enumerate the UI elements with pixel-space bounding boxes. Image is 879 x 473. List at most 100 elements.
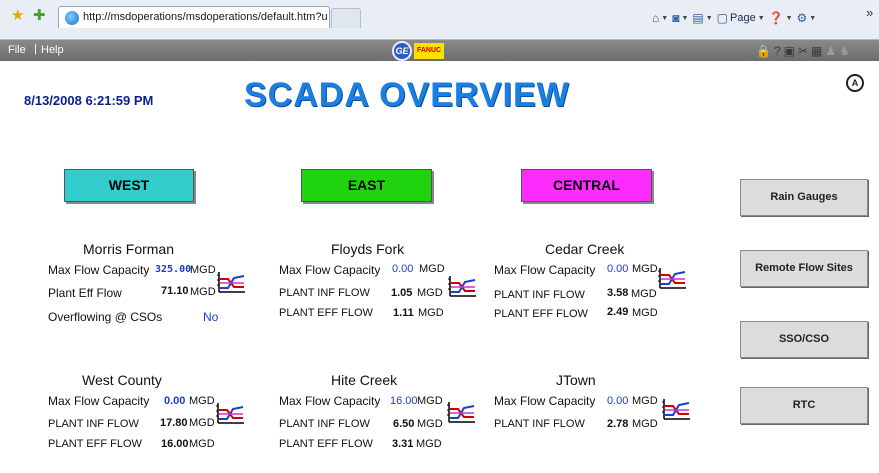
trend-chart-icon[interactable] <box>657 266 687 292</box>
rain-gauges-button[interactable]: Rain Gauges <box>740 179 868 216</box>
menu-file[interactable]: File <box>8 44 26 56</box>
help-menu-button[interactable]: ❓ ▼ <box>769 11 793 25</box>
trend-chart-icon[interactable] <box>447 274 477 300</box>
more-commands-chevron[interactable]: » <box>866 5 873 20</box>
trend-chart-icon[interactable] <box>446 400 476 426</box>
timestamp: 8/13/2008 6:21:59 PM <box>24 93 154 108</box>
plant-inf-flow-value: 1.05 <box>391 287 413 299</box>
plant-eff-flow-label: PLANT EFF FLOW <box>48 438 142 450</box>
max-flow-capacity-label: Max Flow Capacity <box>494 263 596 277</box>
unit-label: MGD <box>418 307 444 319</box>
max-flow-capacity-value: 325.00 <box>155 264 192 275</box>
home-icon: ⌂ <box>652 11 660 25</box>
print-button[interactable]: ▤ ▼ <box>692 11 712 25</box>
user-icon[interactable]: ♟ <box>825 44 836 58</box>
new-tab-button[interactable] <box>331 8 361 28</box>
plant-inf-flow-label: PLANT INF FLOW <box>494 289 585 301</box>
plant-eff-flow-value: 71.10 <box>161 285 189 297</box>
unit-label: MGD <box>189 417 215 429</box>
print-icon: ▤ <box>692 11 704 25</box>
trend-chart-icon[interactable] <box>216 270 246 296</box>
plant-inf-flow-label: PLANT INF FLOW <box>494 418 585 430</box>
station-name-west-county: West County <box>82 372 162 388</box>
unit-label: MGD <box>190 286 216 298</box>
page-icon: ▢ <box>716 11 728 25</box>
max-flow-capacity-value: 0.00 <box>164 395 186 407</box>
unit-label: MGD <box>190 264 216 276</box>
page-menu-button[interactable]: ▢ Page ▼ <box>717 11 765 25</box>
max-flow-capacity-value: 16.00 <box>390 395 418 407</box>
remote-flow-sites-button[interactable]: Remote Flow Sites <box>740 250 868 287</box>
plant-inf-flow-label: PLANT INF FLOW <box>48 418 139 430</box>
plant-inf-flow-label: PLANT INF FLOW <box>279 418 370 430</box>
tools-icon[interactable]: ✂ <box>798 44 808 58</box>
station-name-jtown: JTown <box>556 372 596 388</box>
favorites-star-icon[interactable]: ★ <box>11 8 24 24</box>
plant-inf-flow-label: PLANT INF FLOW <box>279 287 370 299</box>
fanuc-logo: FANUC <box>414 43 444 59</box>
trend-chart-icon[interactable] <box>215 401 245 427</box>
station-name-hite-creek: Hite Creek <box>331 372 398 388</box>
plant-inf-flow-value: 3.58 <box>607 287 629 299</box>
browser-tab-title: http://msdoperations/msdoperations/defau… <box>83 11 327 23</box>
tools-icon: ⚙ <box>796 11 808 25</box>
unit-label: MGD <box>631 288 657 300</box>
unit-label: MGD <box>189 438 215 450</box>
trend-chart-icon[interactable] <box>661 397 691 423</box>
plant-eff-flow-label: PLANT EFF FLOW <box>279 307 373 319</box>
home-button[interactable]: ⌂ ▼ <box>652 11 668 25</box>
lock-icon[interactable]: 🔒 <box>756 44 771 58</box>
plant-eff-flow-value: 2.49 <box>607 306 629 318</box>
unit-label: MGD <box>189 395 215 407</box>
sso-cso-button[interactable]: SSO/CSO <box>740 321 868 358</box>
unit-label: MGD <box>417 287 443 299</box>
max-flow-capacity-value: 0.00 <box>607 263 629 275</box>
feeds-button[interactable]: ◙ ▼ <box>672 11 688 25</box>
browser-toolbar: ★ ✚ http://msdoperations/msdoperations/d… <box>0 0 879 40</box>
rtc-button[interactable]: RTC <box>740 387 868 424</box>
max-flow-capacity-label: Max Flow Capacity <box>48 263 150 277</box>
west-region-button[interactable]: WEST <box>64 169 194 202</box>
menu-help[interactable]: Help <box>41 44 64 56</box>
unit-label: MGD <box>417 395 443 407</box>
station-name-morris-forman: Morris Forman <box>83 241 175 257</box>
plant-eff-flow-value: 1.11 <box>393 307 414 319</box>
help-icon: ❓ <box>768 11 784 25</box>
browser-command-bar: ⌂ ▼ ◙ ▼ ▤ ▼ ▢ Page ▼ ❓ ▼ ⚙ ▼ <box>652 6 816 30</box>
overflowing-csos-label: Overflowing @ CSOs <box>48 310 163 324</box>
plant-inf-flow-value: 2.78 <box>607 418 629 430</box>
display-icon[interactable]: ▦ <box>811 44 822 58</box>
max-flow-capacity-label: Max Flow Capacity <box>494 394 596 408</box>
page-title: SCADA OVERVIEW <box>244 76 570 114</box>
plant-inf-flow-value: 6.50 <box>393 418 415 430</box>
unit-label: MGD <box>417 418 443 430</box>
plant-eff-flow-value: 16.00 <box>161 438 189 450</box>
users-icon[interactable]: ♞ <box>839 44 850 58</box>
alarm-icon[interactable]: A <box>846 74 864 92</box>
page-menu-label: Page <box>730 12 756 24</box>
plant-eff-flow-label: Plant Eff Flow <box>48 286 122 300</box>
tools-menu-button[interactable]: ⚙ ▼ <box>797 11 817 25</box>
unit-label: MGD <box>419 263 445 275</box>
central-region-button[interactable]: CENTRAL <box>521 169 652 202</box>
station-name-cedar-creek: Cedar Creek <box>545 241 625 257</box>
chevron-down-icon: ▼ <box>785 14 793 22</box>
chevron-down-icon: ▼ <box>681 14 689 22</box>
save-icon[interactable]: ▣ <box>784 44 795 58</box>
browser-tab-active[interactable]: http://msdoperations/msdoperations/defau… <box>58 6 330 28</box>
ie-page-icon <box>65 11 79 25</box>
add-favorite-icon[interactable]: ✚ <box>33 8 46 24</box>
east-region-button[interactable]: EAST <box>301 169 432 202</box>
chevron-down-icon: ▼ <box>809 14 817 22</box>
plant-eff-flow-label: PLANT EFF FLOW <box>279 438 373 450</box>
plant-eff-flow-value: 3.31 <box>392 438 414 450</box>
unit-label: MGD <box>632 395 658 407</box>
max-flow-capacity-label: Max Flow Capacity <box>279 394 381 408</box>
help-icon[interactable]: ? <box>774 44 781 58</box>
app-toolbar-icons: 🔒 ? ▣ ✂ ▦ ♟ ♞ <box>756 40 850 61</box>
unit-label: MGD <box>632 307 658 319</box>
overflowing-csos-value: No <box>203 310 219 324</box>
chevron-down-icon: ▼ <box>661 14 669 22</box>
page: ★ ✚ http://msdoperations/msdoperations/d… <box>0 0 879 473</box>
max-flow-capacity-label: Max Flow Capacity <box>279 263 381 277</box>
